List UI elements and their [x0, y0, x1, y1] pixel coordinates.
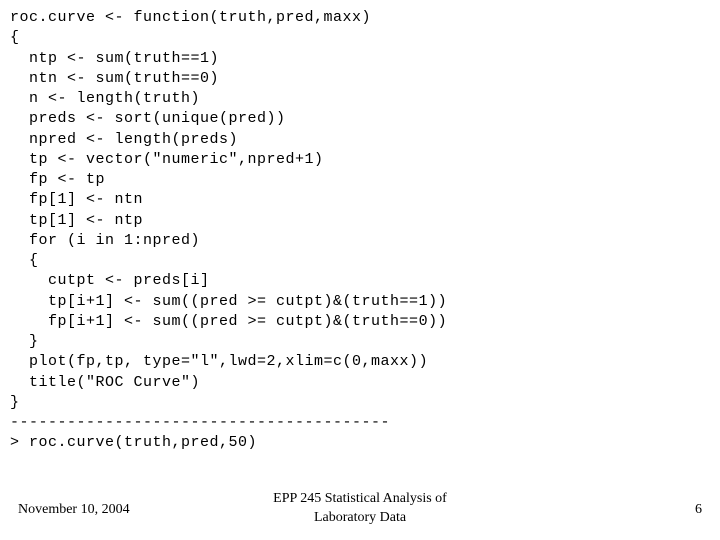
code-line: tp[i+1] <- sum((pred >= cutpt)&(truth==1…: [10, 293, 447, 310]
code-line: }: [10, 333, 39, 350]
footer-title: EPP 245 Statistical Analysis of Laborato…: [0, 490, 720, 528]
code-line: n <- length(truth): [10, 90, 200, 107]
footer-title-line1: EPP 245 Statistical Analysis of: [273, 491, 447, 506]
code-block: roc.curve <- function(truth,pred,maxx) {…: [0, 0, 720, 454]
code-line: {: [10, 252, 39, 269]
code-line: {: [10, 29, 20, 46]
code-line: ntn <- sum(truth==0): [10, 70, 219, 87]
code-line: title("ROC Curve"): [10, 374, 200, 391]
code-line: npred <- length(preds): [10, 131, 238, 148]
code-line: roc.curve <- function(truth,pred,maxx): [10, 9, 371, 26]
code-line: preds <- sort(unique(pred)): [10, 110, 286, 127]
code-line: tp[1] <- ntp: [10, 212, 143, 229]
code-line: fp[i+1] <- sum((pred >= cutpt)&(truth==0…: [10, 313, 447, 330]
footer-page-number: 6: [695, 501, 702, 520]
code-line: ----------------------------------------: [10, 414, 390, 431]
code-line: cutpt <- preds[i]: [10, 272, 210, 289]
code-line: fp <- tp: [10, 171, 105, 188]
code-line: tp <- vector("numeric",npred+1): [10, 151, 324, 168]
footer-title-line2: Laboratory Data: [314, 510, 406, 525]
code-line: fp[1] <- ntn: [10, 191, 143, 208]
code-line: ntp <- sum(truth==1): [10, 50, 219, 67]
code-line: for (i in 1:npred): [10, 232, 200, 249]
code-line: plot(fp,tp, type="l",lwd=2,xlim=c(0,maxx…: [10, 353, 428, 370]
code-line: > roc.curve(truth,pred,50): [10, 434, 257, 451]
code-line: }: [10, 394, 20, 411]
